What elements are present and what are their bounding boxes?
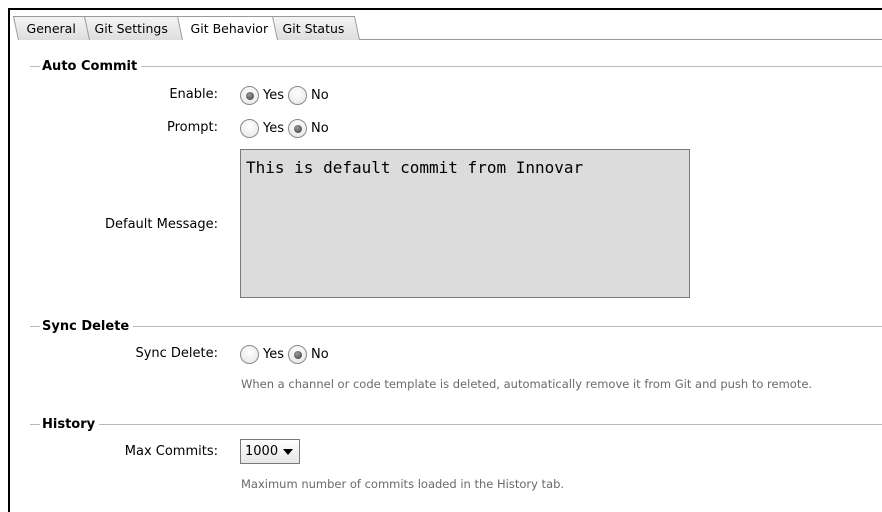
prompt-no-radio[interactable]: [288, 119, 307, 138]
section-dash: [30, 65, 40, 67]
enable-no-label[interactable]: No: [311, 88, 329, 103]
section-dash: [30, 325, 40, 327]
sync-delete-yes-radio[interactable]: [240, 345, 259, 364]
sync-delete-hint: When a channel or code template is delet…: [241, 377, 813, 391]
default-message-label: Default Message:: [105, 217, 218, 232]
sync-delete-no-label[interactable]: No: [311, 347, 329, 362]
prompt-radio-group: Yes No: [240, 119, 333, 138]
max-commits-label: Max Commits:: [124, 444, 218, 459]
auto-commit-title: Auto Commit: [42, 58, 138, 74]
tab-git-status[interactable]: Git Status: [268, 16, 360, 40]
prompt-label: Prompt:: [166, 120, 218, 135]
section-dash: [30, 423, 40, 425]
sync-delete-radio-group: Yes No: [240, 345, 333, 364]
auto-commit-section-header: Auto Commit: [30, 58, 882, 74]
tab-git-behavior[interactable]: Git Behavior: [176, 16, 278, 40]
section-rule: [133, 325, 882, 327]
tab-git-behavior-label: Git Behavior: [190, 21, 269, 36]
tab-general[interactable]: General: [12, 16, 90, 40]
default-message-textarea[interactable]: This is default commit from Innovar: [240, 149, 690, 298]
prompt-yes-label[interactable]: Yes: [263, 121, 284, 136]
section-rule: [141, 65, 882, 67]
enable-no-radio[interactable]: [288, 86, 307, 105]
history-section-header: History: [30, 416, 882, 432]
section-rule: [99, 423, 882, 425]
sync-delete-label: Sync Delete:: [135, 346, 218, 361]
enable-radio-group: Yes No: [240, 86, 333, 105]
enable-yes-label[interactable]: Yes: [263, 88, 284, 103]
sync-delete-no-radio[interactable]: [288, 345, 307, 364]
tab-git-settings-label: Git Settings: [94, 21, 168, 36]
max-commits-hint: Maximum number of commits loaded in the …: [241, 477, 565, 491]
chevron-down-icon: [283, 448, 293, 455]
enable-yes-radio[interactable]: [240, 86, 259, 105]
tab-git-settings[interactable]: Git Settings: [80, 16, 186, 40]
prompt-no-label[interactable]: No: [311, 121, 329, 136]
prompt-yes-radio[interactable]: [240, 119, 259, 138]
history-title: History: [42, 416, 96, 432]
sync-delete-title: Sync Delete: [42, 318, 130, 334]
max-commits-value: 1000: [245, 444, 279, 459]
max-commits-select[interactable]: 1000: [240, 439, 300, 464]
sync-delete-section-header: Sync Delete: [30, 318, 882, 334]
tab-general-label: General: [26, 21, 76, 36]
tab-git-status-label: Git Status: [282, 21, 345, 36]
sync-delete-yes-label[interactable]: Yes: [263, 347, 284, 362]
enable-label: Enable:: [169, 87, 218, 102]
